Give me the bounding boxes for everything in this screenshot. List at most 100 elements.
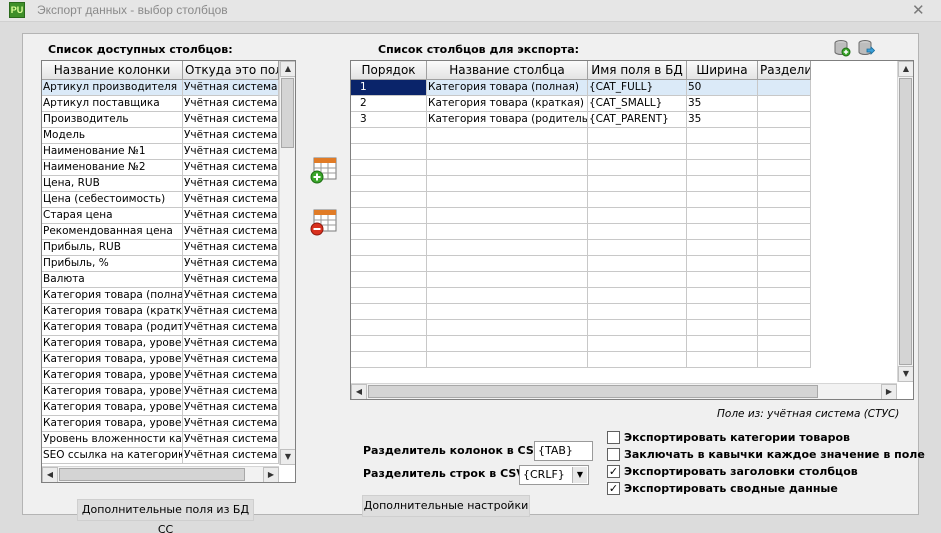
col-header-separator[interactable]: Разделитель: [758, 61, 811, 80]
col-header-name[interactable]: Название колонки: [42, 61, 183, 80]
extra-settings-button[interactable]: Дополнительные настройки: [362, 495, 530, 517]
checkbox-checked-icon[interactable]: ✓: [607, 465, 620, 478]
available-column-row[interactable]: Артикул поставщика Учётная система: [42, 96, 279, 112]
scroll-down-button[interactable]: ▼: [898, 366, 913, 382]
export-empty-row[interactable]: [351, 160, 811, 176]
export-empty-row[interactable]: [351, 208, 811, 224]
checkbox-checked-icon[interactable]: ✓: [607, 482, 620, 495]
export-empty-row[interactable]: [351, 288, 811, 304]
export-empty-row[interactable]: [351, 240, 811, 256]
scroll-up-button[interactable]: ▲: [280, 61, 295, 77]
available-column-row[interactable]: Категория товара, уровень 5Учётная систе…: [42, 400, 279, 416]
available-column-row[interactable]: SEO ссылка на категорию Учётная система: [42, 448, 279, 464]
checkbox-empty-icon[interactable]: [607, 448, 620, 461]
scroll-thumb-h[interactable]: [59, 468, 245, 481]
available-column-row[interactable]: Старая цена Учётная система: [42, 208, 279, 224]
export-vertical-scrollbar[interactable]: ▲ ▼: [897, 61, 913, 382]
available-column-row[interactable]: Цена, RUB Учётная система: [42, 176, 279, 192]
scroll-up-button[interactable]: ▲: [898, 61, 913, 77]
available-column-name-cell: Категория товара (краткая): [42, 304, 183, 320]
export-empty-row[interactable]: [351, 224, 811, 240]
available-column-row[interactable]: Категория товара, уровень 1Учётная систе…: [42, 336, 279, 352]
extra-db-fields-button[interactable]: Дополнительные поля из БД CC: [77, 499, 254, 533]
export-column-name-cell: [427, 320, 588, 336]
csv-column-separator-input[interactable]: {TAB}: [534, 441, 593, 461]
scroll-thumb[interactable]: [281, 78, 294, 148]
export-empty-row[interactable]: [351, 192, 811, 208]
available-column-name-cell: Цена (себестоимость): [42, 192, 183, 208]
available-columns-grid[interactable]: Название колонки Откуда это поле Артикул…: [41, 60, 296, 483]
db-export-button[interactable]: [857, 39, 876, 57]
option-checkbox-1[interactable]: Экспортировать категории товаров: [607, 431, 850, 444]
option-checkbox-4[interactable]: ✓ Экспортировать сводные данные: [607, 482, 838, 495]
option-checkbox-3[interactable]: ✓ Экспортировать заголовки столбцов: [607, 465, 858, 478]
scroll-down-button[interactable]: ▼: [280, 449, 295, 465]
export-empty-row[interactable]: [351, 320, 811, 336]
available-column-row[interactable]: Наименование №1 Учётная система: [42, 144, 279, 160]
available-column-row[interactable]: Рекомендованная цена Учётная система: [42, 224, 279, 240]
available-column-row[interactable]: Уровень вложенности категорииУчётная сис…: [42, 432, 279, 448]
available-horizontal-scrollbar[interactable]: ◀ ▶: [42, 466, 279, 482]
available-column-name-cell: Модель: [42, 128, 183, 144]
export-empty-row[interactable]: [351, 144, 811, 160]
available-column-row[interactable]: Валюта Учётная система: [42, 272, 279, 288]
available-column-row[interactable]: Наименование №2 Учётная система: [42, 160, 279, 176]
csv-row-separator-select[interactable]: {CRLF} ▼: [519, 465, 589, 485]
available-column-row[interactable]: Категория товара, уровень 3Учётная систе…: [42, 368, 279, 384]
remove-column-button[interactable]: [309, 208, 339, 238]
add-column-button[interactable]: [309, 156, 339, 186]
scroll-right-button[interactable]: ▶: [881, 384, 897, 399]
available-column-row[interactable]: Производитель Учётная система: [42, 112, 279, 128]
available-column-row[interactable]: Категория товара (краткая)Учётная систем…: [42, 304, 279, 320]
col-header-width[interactable]: Ширина: [687, 61, 758, 80]
export-order-cell: [351, 192, 427, 208]
available-column-row[interactable]: Категория товара, уровень 6Учётная систе…: [42, 416, 279, 432]
export-empty-row[interactable]: [351, 176, 811, 192]
scroll-left-button[interactable]: ◀: [42, 467, 58, 482]
scroll-left-button[interactable]: ◀: [351, 384, 367, 399]
export-empty-row[interactable]: [351, 128, 811, 144]
available-column-row[interactable]: Прибыль, % Учётная система: [42, 256, 279, 272]
chevron-down-icon[interactable]: ▼: [572, 467, 587, 483]
export-column-row[interactable]: 1 Категория товара (полная) {CAT_FULL} 50: [351, 80, 811, 96]
export-column-row[interactable]: 2 Категория товара (краткая) {CAT_SMALL} 35: [351, 96, 811, 112]
available-column-row[interactable]: Категория товара, уровень 2Учётная систе…: [42, 352, 279, 368]
available-vertical-scrollbar[interactable]: ▲ ▼: [279, 61, 295, 465]
col-header-db-field[interactable]: Имя поля в БД: [588, 61, 687, 80]
export-column-name-cell: [427, 272, 588, 288]
col-header-source[interactable]: Откуда это поле: [183, 61, 279, 80]
available-columns-header: Название колонки Откуда это поле: [42, 61, 279, 80]
available-column-row[interactable]: Модель Учётная система: [42, 128, 279, 144]
export-width-cell: [687, 272, 758, 288]
scroll-thumb[interactable]: [899, 78, 912, 365]
export-empty-row[interactable]: [351, 304, 811, 320]
available-column-row[interactable]: Категория товара (родитель)Учётная систе…: [42, 320, 279, 336]
export-empty-row[interactable]: [351, 336, 811, 352]
col-header-order[interactable]: Порядок: [351, 61, 427, 80]
scroll-thumb-h[interactable]: [368, 385, 818, 398]
option-checkbox-2[interactable]: Заключать в кавычки каждое значение в по…: [607, 448, 925, 461]
available-column-row[interactable]: Категория товара (полная) Учётная система: [42, 288, 279, 304]
export-empty-row[interactable]: [351, 272, 811, 288]
export-order-cell: 3: [351, 112, 427, 128]
export-empty-row[interactable]: [351, 256, 811, 272]
export-empty-row[interactable]: [351, 352, 811, 368]
available-column-row[interactable]: Прибыль, RUB Учётная система: [42, 240, 279, 256]
export-columns-grid[interactable]: Порядок Название столбца Имя поля в БД Ш…: [350, 60, 914, 400]
available-column-row[interactable]: Цена (себестоимость) Учётная система: [42, 192, 279, 208]
available-column-row[interactable]: Артикул производителя Учётная система: [42, 80, 279, 96]
export-horizontal-scrollbar[interactable]: ◀ ▶: [351, 383, 897, 399]
window-frame: Список доступных столбцов: Название коло…: [0, 22, 941, 533]
col-header-column-name[interactable]: Название столбца: [427, 61, 588, 80]
export-width-cell: [687, 128, 758, 144]
available-column-row[interactable]: Категория товара, уровень 4Учётная систе…: [42, 384, 279, 400]
export-column-name-cell: Категория товара (родитель): [427, 112, 588, 128]
export-order-cell: [351, 352, 427, 368]
export-column-row[interactable]: 3 Категория товара (родитель) {CAT_PARENT}…: [351, 112, 811, 128]
db-add-button[interactable]: [833, 39, 851, 57]
checkbox-empty-icon[interactable]: [607, 431, 620, 444]
scroll-right-button[interactable]: ▶: [263, 467, 279, 482]
export-db-field-cell: [588, 160, 687, 176]
export-db-field-cell: [588, 304, 687, 320]
close-icon[interactable]: ✕: [912, 1, 925, 19]
